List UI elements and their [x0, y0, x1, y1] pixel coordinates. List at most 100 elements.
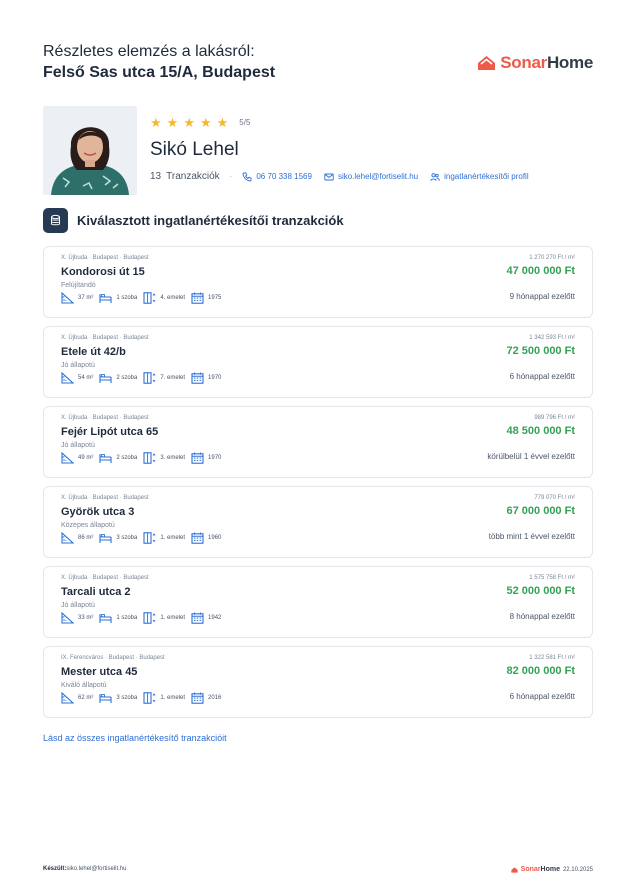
sale-time-ago: körülbelül 1 évvel ezelőtt: [487, 452, 575, 461]
sale-price: 52 000 000 Ft: [506, 585, 576, 597]
location-breadcrumb: X. Újbuda · Budapest · Budapest: [61, 335, 149, 341]
transaction-card[interactable]: X. Újbuda · Budapest · Budapest Tarcali …: [43, 566, 593, 638]
calendar-icon: [191, 692, 204, 704]
profile-link[interactable]: ingatlanértékesítői profil: [430, 172, 529, 182]
rooms-feature: 3 szoba: [99, 532, 137, 544]
section-header: Kiválasztott ingatlanértékesítői tranzak…: [43, 208, 344, 233]
property-condition: Jó állapotú: [61, 442, 95, 449]
floor-feature: 7. emelet: [143, 372, 185, 384]
property-features: 33 m² 1 szoba 1. emelet 1942: [61, 612, 227, 624]
made-email: siko.lehel@fortiselit.hu: [66, 866, 127, 872]
price-per-sqm: 989 796 Ft / m²: [534, 415, 575, 421]
property-condition: Közepes állapotú: [61, 522, 115, 529]
star-icon: ★: [199, 114, 212, 130]
area-feature: 86 m²: [61, 532, 93, 544]
users-icon: [430, 172, 440, 181]
location-breadcrumb: X. Újbuda · Budapest · Budapest: [61, 415, 149, 421]
location-breadcrumb: X. Újbuda · Budapest · Budapest: [61, 495, 149, 501]
transaction-card[interactable]: X. Újbuda · Budapest · Budapest Fejér Li…: [43, 406, 593, 478]
area-ruler-icon: [61, 292, 74, 304]
agent-meta: 13 Tranzakciók · 06 70 338 1569 siko.leh…: [150, 171, 529, 182]
transaction-list: X. Újbuda · Budapest · Budapest Kondoros…: [43, 246, 593, 726]
agent-card: ★ ★ ★ ★ ★ 5/5 Sikó Lehel 13 Tranzakciók …: [43, 106, 593, 196]
phone-link[interactable]: 06 70 338 1569: [242, 172, 312, 182]
sale-time-ago: 8 hónappal ezelőtt: [509, 612, 575, 621]
agent-info: ★ ★ ★ ★ ★ 5/5 Sikó Lehel 13 Tranzakciók …: [150, 106, 541, 183]
transactions-count: 13 Tranzakciók: [150, 171, 220, 182]
bed-icon: [99, 294, 112, 303]
sale-price: 82 000 000 Ft: [506, 665, 576, 677]
year-feature: 1970: [191, 452, 221, 464]
rooms-feature: 2 szoba: [99, 452, 137, 464]
calendar-icon: [191, 532, 204, 544]
elevator-icon: [143, 612, 156, 624]
elevator-icon: [143, 692, 156, 704]
property-condition: Jó állapotú: [61, 602, 95, 609]
bed-icon: [99, 374, 112, 383]
sale-time-ago: 6 hónappal ezelőtt: [509, 692, 575, 701]
star-icon: ★: [216, 114, 229, 130]
mail-icon: [324, 173, 334, 180]
elevator-icon: [143, 452, 156, 464]
made-label: Készült:: [43, 866, 67, 872]
report-header: Részletes elemzés a lakásról: Felső Sas …: [43, 42, 593, 86]
location-breadcrumb: X. Újbuda · Budapest · Budapest: [61, 255, 149, 261]
bed-icon: [99, 694, 112, 703]
property-condition: Felújítandó: [61, 282, 96, 289]
property-features: 54 m² 2 szoba 7. emelet 1970: [61, 372, 227, 384]
elevator-icon: [143, 532, 156, 544]
property-features: 49 m² 2 szoba 3. emelet 1970: [61, 452, 227, 464]
area-ruler-icon: [61, 452, 74, 464]
footer-date: 22.10.2025: [562, 866, 593, 873]
all-transactions-link[interactable]: Lásd az összes ingatlanértékesítő tranza…: [43, 733, 227, 743]
street-address: Etele út 42/b: [61, 346, 126, 358]
agent-photo: [43, 106, 137, 195]
price-per-sqm: 1 322 581 Ft / m²: [529, 655, 575, 661]
area-ruler-icon: [61, 372, 74, 384]
transaction-card[interactable]: IX. Ferencváros · Budapest · Budapest Me…: [43, 646, 593, 718]
transaction-card[interactable]: X. Újbuda · Budapest · Budapest Etele út…: [43, 326, 593, 398]
transaction-card[interactable]: X. Újbuda · Budapest · Budapest Kondoros…: [43, 246, 593, 318]
bed-icon: [99, 614, 112, 623]
rooms-feature: 1 szoba: [99, 612, 137, 624]
property-features: 86 m² 3 szoba 1. emelet 1960: [61, 532, 227, 544]
house-logo-icon: [478, 56, 496, 70]
property-features: 37 m² 1 szoba 4. emelet 1975: [61, 292, 227, 304]
year-feature: 2016: [191, 692, 221, 704]
floor-feature: 1. emelet: [143, 612, 185, 624]
calendar-icon: [191, 372, 204, 384]
star-icon: ★: [183, 114, 195, 130]
bed-icon: [99, 454, 112, 463]
area-ruler-icon: [61, 612, 74, 624]
area-ruler-icon: [61, 532, 74, 544]
year-feature: 1960: [191, 532, 221, 544]
email-link[interactable]: siko.lehel@fortiselit.hu: [324, 172, 418, 182]
rooms-feature: 1 szoba: [99, 292, 137, 304]
sale-time-ago: 9 hónappal ezelőtt: [509, 292, 575, 301]
logo-sonar: Sonar: [500, 53, 547, 72]
coins-icon: [43, 208, 68, 233]
street-address: Kondorosi út 15: [61, 266, 145, 278]
price-per-sqm: 1 342 593 Ft / m²: [529, 335, 575, 341]
location-breadcrumb: IX. Ferencváros · Budapest · Budapest: [61, 655, 165, 661]
location-breadcrumb: X. Újbuda · Budapest · Budapest: [61, 575, 149, 581]
rooms-feature: 2 szoba: [99, 372, 137, 384]
calendar-icon: [191, 452, 204, 464]
agent-rating: ★ ★ ★ ★ ★ 5/5: [150, 114, 541, 130]
floor-feature: 4. emelet: [143, 292, 185, 304]
phone-icon: [242, 172, 252, 181]
rooms-feature: 3 szoba: [99, 692, 137, 704]
property-features: 62 m² 3 szoba 1. emelet 2016: [61, 692, 227, 704]
street-address: Györök utca 3: [61, 506, 135, 518]
sale-price: 72 500 000 Ft: [506, 345, 576, 357]
property-condition: Jó állapotú: [61, 362, 95, 369]
sale-price: 48 500 000 Ft: [506, 425, 576, 437]
transaction-card[interactable]: X. Újbuda · Budapest · Budapest Györök u…: [43, 486, 593, 558]
area-feature: 54 m²: [61, 372, 93, 384]
area-feature: 62 m²: [61, 692, 93, 704]
sale-time-ago: több mint 1 évvel ezelőtt: [488, 532, 575, 541]
price-per-sqm: 779 070 Ft / m²: [534, 495, 575, 501]
floor-feature: 1. emelet: [143, 692, 185, 704]
elevator-icon: [143, 372, 156, 384]
property-condition: Kiváló állapotú: [61, 682, 107, 689]
